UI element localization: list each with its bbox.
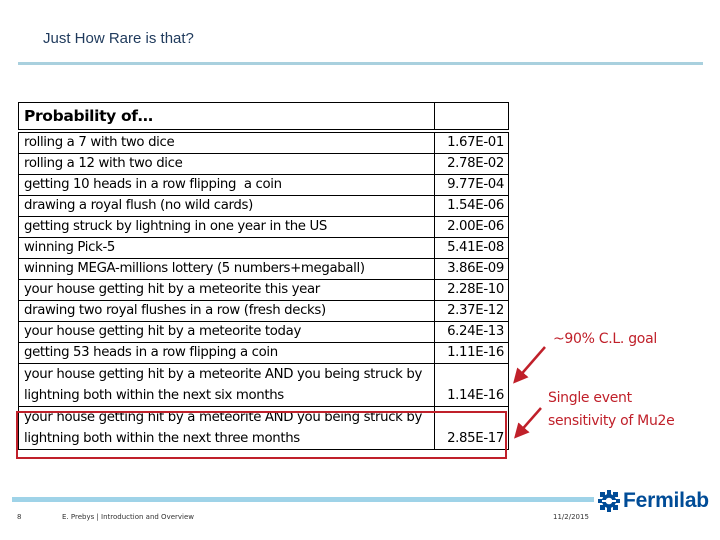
probability-table: Probability of… rolling a 7 with two dic… xyxy=(18,102,509,450)
ses-annotation-line2: sensitivity of Mu2e xyxy=(548,413,675,429)
footer-divider xyxy=(12,497,594,502)
table-row: rolling a 7 with two dice 1.67E-01 xyxy=(18,130,509,154)
row-value: 1.54E-06 xyxy=(434,195,509,217)
row-label: drawing a royal flush (no wild cards) xyxy=(18,195,435,217)
row-value: 5.41E-08 xyxy=(434,237,509,259)
row-label: winning Pick-5 xyxy=(18,237,435,259)
row-label: getting struck by lightning in one year … xyxy=(18,216,435,238)
page-number: 8 xyxy=(17,513,22,521)
table-row: your house getting hit by a meteorite to… xyxy=(18,321,509,343)
row-value: 3.86E-09 xyxy=(434,258,509,280)
row-label: your house getting hit by a meteorite AN… xyxy=(18,363,435,407)
row-label: winning MEGA-millions lottery (5 numbers… xyxy=(18,258,435,280)
table-row-ses: your house getting hit by a meteorite AN… xyxy=(18,406,509,450)
fermilab-logo: Fermilab xyxy=(598,489,709,513)
row-value: 2.00E-06 xyxy=(434,216,509,238)
header-label: Probability of… xyxy=(18,102,435,133)
row-value: 9.77E-04 xyxy=(434,174,509,196)
row-value: 6.24E-13 xyxy=(434,321,509,343)
cl-goal-annotation: ~90% C.L. goal xyxy=(553,331,657,347)
title-divider xyxy=(18,62,703,65)
row-label: your house getting hit by a meteorite th… xyxy=(18,279,435,301)
table-row: winning Pick-5 5.41E-08 xyxy=(18,237,509,259)
fermilab-logo-text: Fermilab xyxy=(623,489,709,512)
ses-annotation-line1: Single event xyxy=(548,390,632,406)
row-label: your house getting hit by a meteorite AN… xyxy=(18,406,435,450)
row-label: getting 10 heads in a row flipping a coi… xyxy=(18,174,435,196)
slide-title: Just How Rare is that? xyxy=(43,30,194,47)
footer-author-topic: E. Prebys | Introduction and Overview xyxy=(62,513,195,521)
row-value: 1.14E-16 xyxy=(434,363,509,407)
table-row: winning MEGA-millions lottery (5 numbers… xyxy=(18,258,509,280)
row-label: getting 53 heads in a row flipping a coi… xyxy=(18,342,435,364)
table-row: getting 53 heads in a row flipping a coi… xyxy=(18,342,509,364)
table-header-row: Probability of… xyxy=(18,102,509,133)
row-value: 1.11E-16 xyxy=(434,342,509,364)
header-value xyxy=(434,102,509,133)
row-value: 1.67E-01 xyxy=(434,130,509,154)
row-label: your house getting hit by a meteorite to… xyxy=(18,321,435,343)
table-row: drawing a royal flush (no wild cards) 1.… xyxy=(18,195,509,217)
row-value: 2.28E-10 xyxy=(434,279,509,301)
fermilab-logo-icon xyxy=(598,490,620,512)
table-row: drawing two royal flushes in a row (fres… xyxy=(18,300,509,322)
table-row: your house getting hit by a meteorite th… xyxy=(18,279,509,301)
table-row: rolling a 12 with two dice 2.78E-02 xyxy=(18,153,509,175)
table-row-cl-goal: your house getting hit by a meteorite AN… xyxy=(18,363,509,407)
ses-arrow-icon xyxy=(514,407,542,439)
row-label: drawing two royal flushes in a row (fres… xyxy=(18,300,435,322)
table-row: getting 10 heads in a row flipping a coi… xyxy=(18,174,509,196)
cl-goal-arrow-icon xyxy=(513,346,546,384)
row-value: 2.85E-17 xyxy=(434,406,509,450)
row-value: 2.37E-12 xyxy=(434,300,509,322)
ses-annotation: Single event sensitivity of Mu2e xyxy=(548,387,675,433)
footer-date: 11/2/2015 xyxy=(553,513,589,521)
row-label: rolling a 12 with two dice xyxy=(18,153,435,175)
row-label: rolling a 7 with two dice xyxy=(18,130,435,154)
row-value: 2.78E-02 xyxy=(434,153,509,175)
table-row: getting struck by lightning in one year … xyxy=(18,216,509,238)
